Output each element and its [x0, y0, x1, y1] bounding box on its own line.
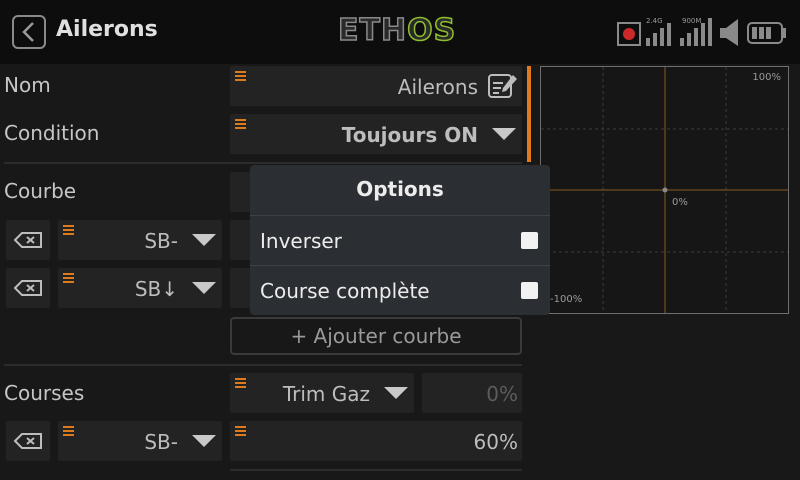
- page-title: Ailerons: [56, 17, 158, 42]
- grip-icon: [63, 273, 74, 283]
- course-source-dropdown[interactable]: SB-: [58, 421, 222, 461]
- nom-label: Nom: [4, 73, 51, 97]
- option-label: Inverser: [260, 229, 342, 253]
- courbe-label: Courbe: [4, 179, 77, 203]
- courses-value: 0%: [486, 382, 518, 406]
- grip-icon: [63, 225, 74, 235]
- curve-source-value: SB↓: [134, 277, 178, 301]
- divider: [4, 162, 522, 164]
- graph-label-center: 0%: [672, 197, 688, 208]
- courses-value-field[interactable]: 0%: [422, 373, 522, 413]
- curve-source-value: SB-: [144, 229, 178, 253]
- radio-label-2-4g: 2.4G: [646, 17, 663, 25]
- condition-label: Condition: [4, 121, 100, 145]
- courses-source-value: Trim Gaz: [282, 382, 370, 406]
- speaker-icon: [720, 19, 738, 46]
- nom-field[interactable]: Ailerons: [230, 66, 522, 106]
- option-inverser[interactable]: Inverser: [250, 215, 550, 266]
- condition-dropdown[interactable]: Toujours ON: [230, 114, 522, 154]
- scroll-indicator: [527, 66, 531, 162]
- options-popup: Options Inverser Course complète: [250, 165, 550, 315]
- chevron-left-icon: [22, 22, 34, 42]
- clear-icon: [13, 433, 42, 449]
- chevron-down-icon: [192, 234, 216, 246]
- chevron-down-icon: [492, 128, 516, 140]
- divider: [4, 364, 522, 366]
- header-bar: Ailerons ETHOS 2.4G 900M: [0, 0, 800, 64]
- grip-icon: [235, 378, 246, 388]
- clear-button[interactable]: [6, 220, 50, 260]
- option-course-complete[interactable]: Course complète: [250, 265, 550, 316]
- graph-label-top: 100%: [752, 72, 781, 83]
- status-icons: 2.4G 900M: [616, 14, 788, 50]
- inverser-checkbox[interactable]: [521, 232, 538, 249]
- clear-button[interactable]: [6, 268, 50, 308]
- condition-value: Toujours ON: [341, 123, 478, 147]
- ethos-logo: ETHOS: [337, 12, 457, 49]
- clear-icon: [13, 232, 42, 248]
- course-complete-checkbox[interactable]: [521, 282, 538, 299]
- chevron-down-icon: [192, 435, 216, 447]
- grip-icon: [63, 426, 74, 436]
- curve-point: [662, 187, 668, 193]
- chevron-down-icon: [384, 387, 408, 399]
- back-button[interactable]: [12, 15, 46, 49]
- course-source-value: SB-: [144, 430, 178, 454]
- battery-icon: [747, 22, 786, 44]
- divider: [230, 469, 522, 471]
- nom-value: Ailerons: [397, 75, 478, 99]
- clear-button[interactable]: [6, 421, 50, 461]
- curve-source-dropdown[interactable]: SB-: [58, 220, 222, 260]
- curve-source-dropdown[interactable]: SB↓: [58, 268, 222, 308]
- graph-label-bottom: -100%: [550, 294, 583, 305]
- grip-icon: [235, 71, 246, 81]
- option-label: Course complète: [260, 279, 430, 303]
- chevron-down-icon: [192, 282, 216, 294]
- grip-icon: [235, 119, 246, 129]
- edit-icon: [488, 74, 517, 98]
- clear-icon: [13, 280, 42, 296]
- courses-label: Courses: [4, 381, 85, 405]
- courses-source-dropdown[interactable]: Trim Gaz: [230, 373, 414, 413]
- grip-icon: [235, 426, 246, 436]
- course-value-field[interactable]: 60%: [230, 421, 522, 461]
- add-curve-button[interactable]: + Ajouter courbe: [230, 317, 522, 355]
- signal-2-4g-icon: [646, 23, 671, 46]
- record-icon: [617, 22, 641, 46]
- curve-graph: 100% 0% -100%: [540, 66, 789, 314]
- course-value: 60%: [473, 430, 518, 454]
- popup-title: Options: [356, 177, 444, 201]
- radio-label-900m: 900M: [682, 17, 701, 25]
